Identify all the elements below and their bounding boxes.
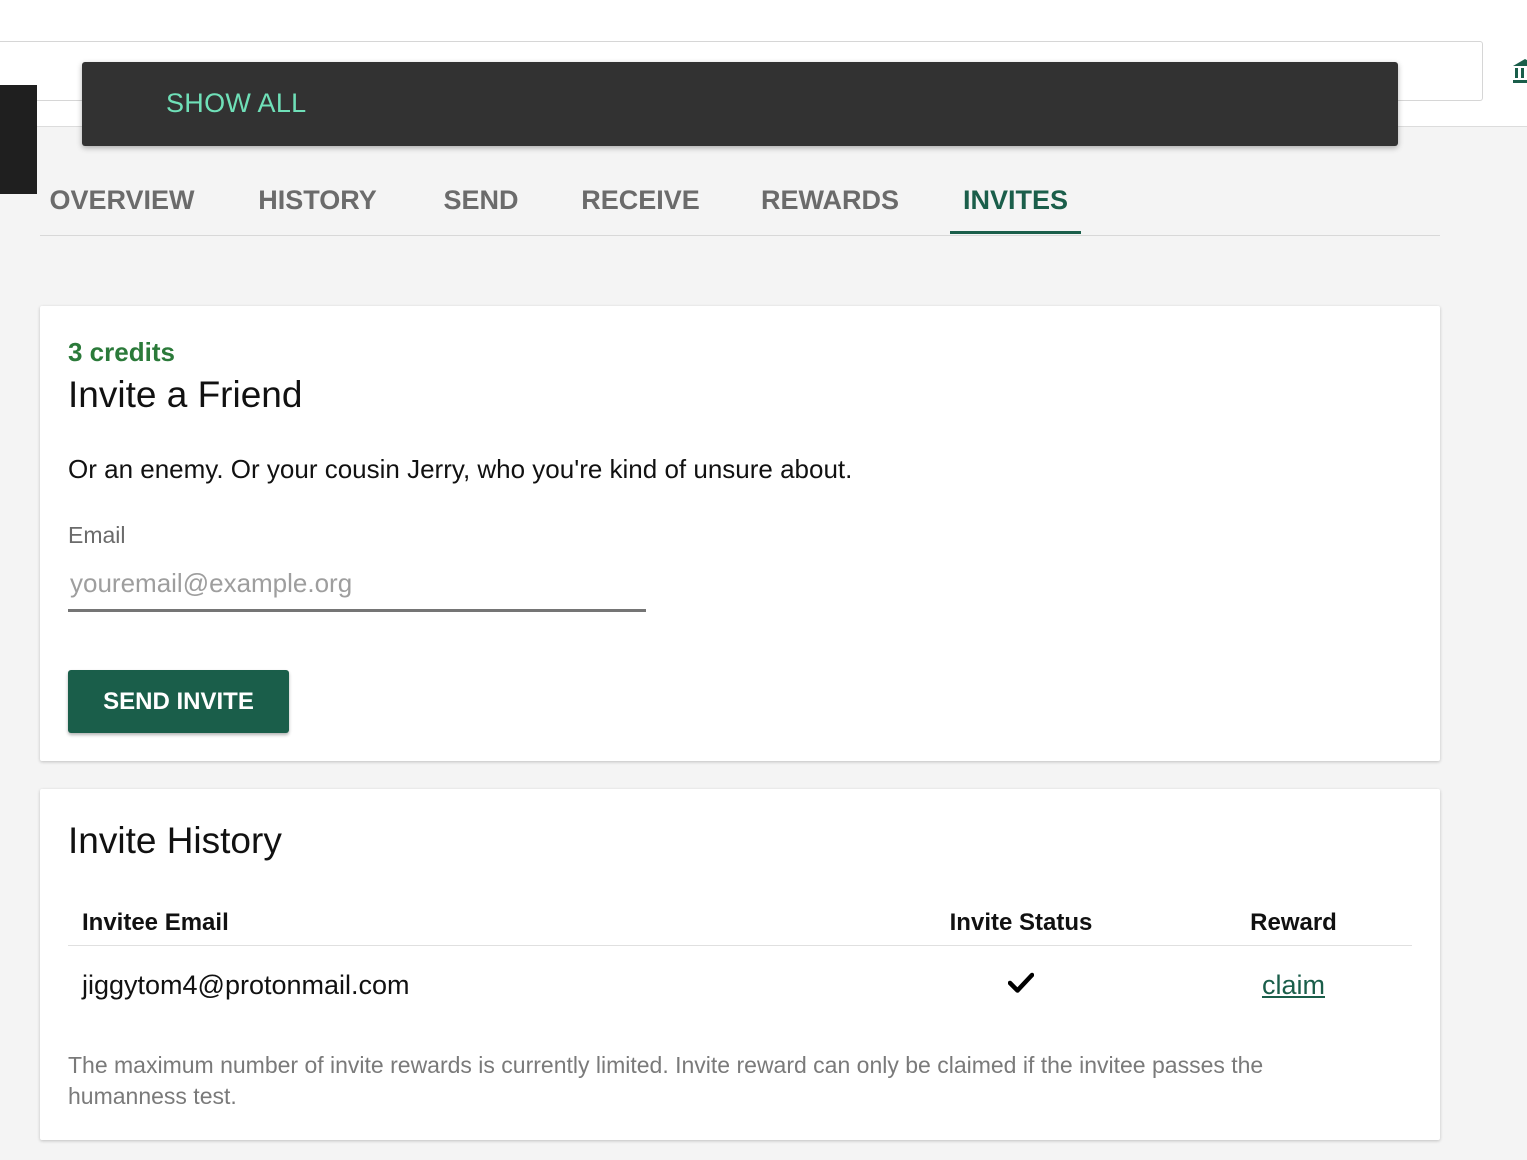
invite-rewards-note: The maximum number of invite rewards is … [68,1052,1264,1109]
tab-rewards[interactable]: REWARDS [750,168,910,234]
invitee-email: jiggytom4@protonmail.com [82,969,410,1000]
tab-history[interactable]: HISTORY [246,168,389,234]
credits-badge: 3 credits [68,337,175,367]
tab-send[interactable]: SEND [431,168,531,234]
email-label: Email [68,522,126,548]
snackbar: SHOW ALL [82,62,1398,146]
send-invite-button[interactable]: SEND INVITE [68,670,289,733]
invite-history-card: Invite History Invitee Email Invite Stat… [40,789,1440,1140]
tab-receive[interactable]: RECEIVE [573,168,708,234]
column-header-email: Invitee Email [68,900,867,946]
invite-title: Invite a Friend [68,374,303,415]
invite-history-table: Invitee Email Invite Status Reward jiggy… [68,900,1412,1024]
checkmark-icon [1007,970,1035,1000]
column-header-status: Invite Status [867,900,1175,946]
wallet-tabs: OVERVIEW HISTORY SEND RECEIVE REWARDS IN… [40,168,1440,236]
invite-friend-card: 3 credits Invite a Friend Or an enemy. O… [40,306,1440,761]
table-header-row: Invitee Email Invite Status Reward [68,900,1412,946]
invite-description: Or an enemy. Or your cousin Jerry, who y… [68,454,853,484]
sidebar-edge [0,85,37,194]
email-field[interactable] [68,558,646,612]
column-header-reward: Reward [1175,900,1412,946]
tab-invites[interactable]: INVITES [950,168,1081,234]
claim-reward-link[interactable]: claim [1262,970,1325,1000]
tab-overview[interactable]: OVERVIEW [40,168,204,234]
history-title: Invite History [68,820,282,861]
show-all-button[interactable]: SHOW ALL [166,88,306,119]
bank-icon[interactable] [1512,58,1527,84]
table-row: jiggytom4@protonmail.com claim [68,946,1412,1025]
